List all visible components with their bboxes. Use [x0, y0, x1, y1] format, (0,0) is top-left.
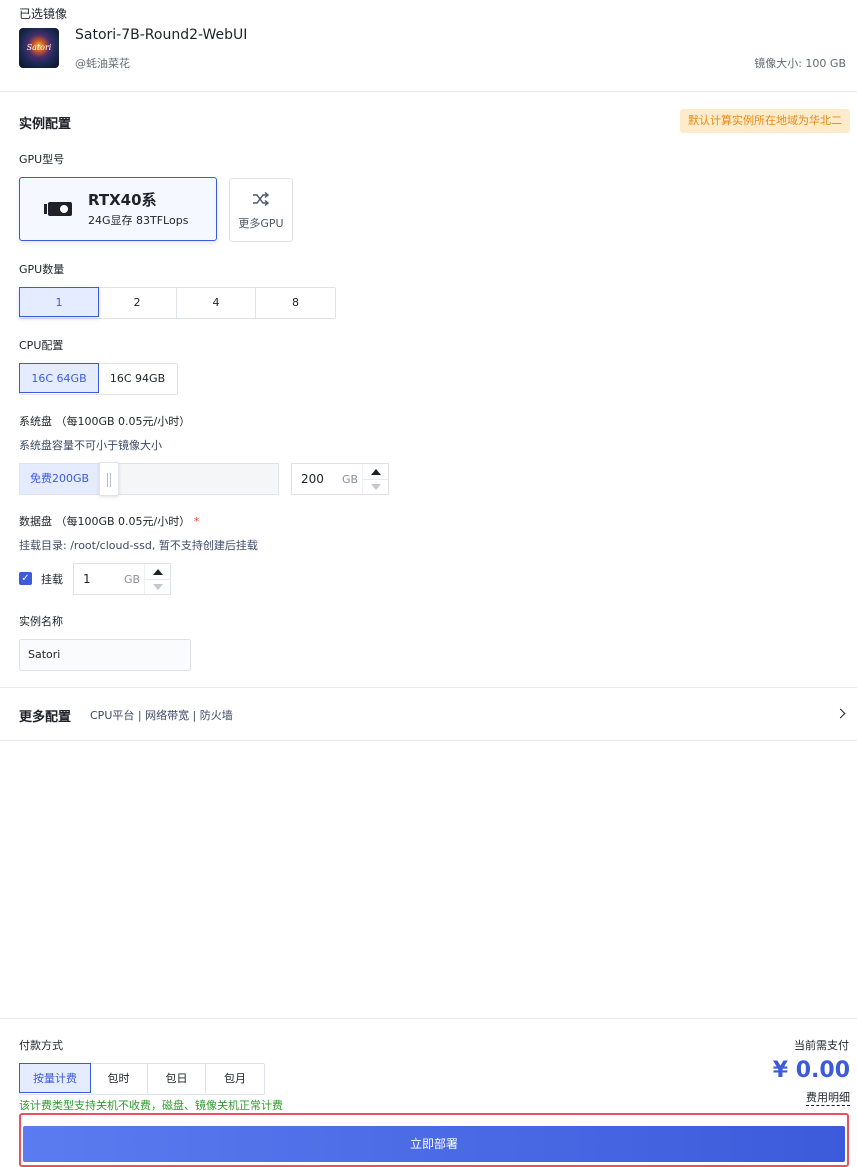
- data-disk-value: 1: [83, 572, 91, 586]
- instance-config-title: 实例配置: [19, 117, 72, 132]
- gpu-count-option-2[interactable]: 2: [98, 288, 177, 318]
- payment-option-monthly[interactable]: 包月: [206, 1064, 264, 1094]
- data-disk-label: 数据盘 （每100GB 0.05元/小时） *: [19, 513, 199, 529]
- gpu-model-label: GPU型号: [19, 153, 65, 166]
- increment-icon[interactable]: [153, 569, 163, 575]
- instance-name-input[interactable]: Satori: [19, 639, 191, 671]
- cpu-selector: 16C 64GB 16C 94GB: [19, 363, 178, 395]
- fee-detail-link[interactable]: 费用明细: [806, 1089, 850, 1106]
- system-disk-stepper: [362, 464, 389, 494]
- gpu-count-option-4[interactable]: 4: [177, 288, 256, 318]
- gpu-count-option-1[interactable]: 1: [19, 287, 99, 317]
- decrement-icon[interactable]: [371, 484, 381, 490]
- data-disk-input[interactable]: 1 GB: [73, 563, 171, 595]
- gpu-name: RTX40系: [88, 191, 157, 209]
- more-config-row[interactable]: 更多配置 CPU平台 | 网络带宽 | 防火墙: [0, 688, 857, 740]
- selected-image-label: 已选镜像: [19, 7, 68, 21]
- gpu-card-icon: [44, 202, 72, 216]
- image-name: Satori-7B-Round2-WebUI: [75, 27, 248, 43]
- payment-note: 该计费类型支持关机不收费，磁盘、镜像关机正常计费: [19, 1099, 283, 1112]
- payment-selector: 按量计费 包时 包日 包月: [19, 1063, 265, 1095]
- price: ¥ 0.00: [772, 1058, 850, 1083]
- system-disk-free-fill: 免费200GB: [20, 464, 100, 494]
- payment-option-hourly[interactable]: 包时: [90, 1064, 148, 1094]
- system-disk-hint: 系统盘容量不可小于镜像大小: [19, 439, 162, 452]
- image-thumbnail: Satori: [19, 28, 59, 68]
- more-config-sub: CPU平台 | 网络带宽 | 防火墙: [90, 709, 233, 722]
- system-disk-label: 系统盘 （每100GB 0.05元/小时）: [19, 415, 191, 428]
- data-disk-unit: GB: [124, 573, 141, 586]
- image-size: 镜像大小: 100 GB: [754, 57, 846, 70]
- payment-option-daily[interactable]: 包日: [148, 1064, 206, 1094]
- cpu-option-16c-64gb[interactable]: 16C 64GB: [19, 363, 99, 393]
- gpu-count-label: GPU数量: [19, 263, 65, 276]
- required-marker: *: [193, 515, 200, 528]
- divider: [0, 91, 857, 92]
- more-config-title: 更多配置: [19, 710, 72, 725]
- decrement-icon[interactable]: [153, 584, 163, 590]
- divider: [0, 1018, 857, 1019]
- increment-icon[interactable]: [371, 469, 381, 475]
- deploy-button[interactable]: 立即部署: [23, 1126, 845, 1162]
- cpu-option-16c-94gb[interactable]: 16C 94GB: [98, 364, 177, 394]
- shuffle-icon: [253, 192, 270, 206]
- data-disk-label-text: 数据盘 （每100GB 0.05元/小时）: [19, 515, 191, 528]
- data-disk-hint: 挂载目录: /root/cloud-ssd, 暂不支持创建后挂载: [19, 539, 258, 552]
- more-gpu-button[interactable]: 更多GPU: [229, 178, 293, 242]
- gpu-spec: 24G显存 83TFLops: [88, 214, 189, 227]
- need-pay-label: 当前需支付: [794, 1039, 849, 1052]
- system-disk-value: 200: [301, 472, 324, 486]
- divider: [0, 740, 857, 741]
- gpu-count-selector: 1 2 4 8: [19, 287, 336, 319]
- image-thumbnail-text: Satori: [26, 43, 52, 52]
- region-badge: 默认计算实例所在地域为华北二: [680, 109, 850, 133]
- chevron-right-icon: [835, 708, 846, 719]
- mount-checkbox[interactable]: ✓: [19, 572, 32, 585]
- more-gpu-label: 更多GPU: [238, 217, 284, 230]
- system-disk-slider[interactable]: 免费200GB: [19, 463, 279, 495]
- system-disk-input[interactable]: 200 GB: [291, 463, 389, 495]
- gpu-card-rtx40[interactable]: RTX40系 24G显存 83TFLops: [19, 177, 217, 241]
- data-disk-stepper: [144, 564, 171, 594]
- system-disk-slider-handle[interactable]: [99, 462, 119, 496]
- mount-label: 挂载: [41, 573, 63, 586]
- image-author: @蚝油菜花: [75, 57, 130, 70]
- gpu-count-option-8[interactable]: 8: [256, 288, 335, 318]
- instance-name-label: 实例名称: [19, 615, 63, 628]
- payment-method-label: 付款方式: [19, 1039, 63, 1052]
- payment-option-pay-as-you-go[interactable]: 按量计费: [19, 1063, 91, 1093]
- system-disk-unit: GB: [342, 473, 359, 486]
- cpu-config-label: CPU配置: [19, 339, 64, 352]
